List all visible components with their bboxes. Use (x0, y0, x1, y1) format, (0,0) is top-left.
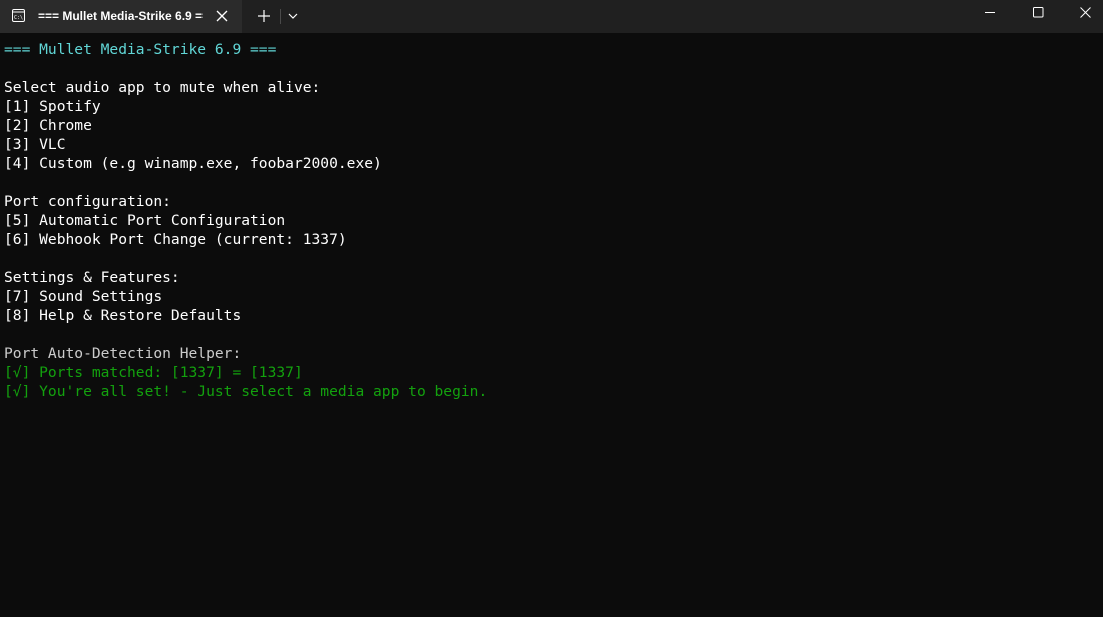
close-window-button[interactable] (1062, 0, 1103, 26)
terminal-line: [√] You're all set! - Just select a medi… (4, 383, 488, 400)
minimize-icon (985, 12, 995, 13)
terminal-line: Settings & Features: (4, 269, 180, 286)
terminal-line: Select audio app to mute when alive: (4, 79, 321, 96)
terminal-line: [5] Automatic Port Configuration (4, 212, 286, 229)
terminal-line: [8] Help & Restore Defaults (4, 307, 242, 324)
titlebar-separator (280, 9, 281, 24)
chevron-down-icon[interactable] (286, 10, 300, 22)
close-tab-icon[interactable] (215, 9, 229, 23)
terminal-line: Port Auto-Detection Helper: (4, 345, 242, 362)
terminal-line: Port configuration: (4, 193, 171, 210)
maximize-button[interactable] (1015, 0, 1061, 26)
minimize-button[interactable] (967, 0, 1013, 26)
svg-text:C:\: C:\ (14, 15, 23, 21)
close-icon (1080, 7, 1091, 18)
terminal-line: [7] Sound Settings (4, 288, 163, 305)
new-tab-icon[interactable] (256, 8, 272, 24)
terminal-line: [√] Ports matched: [1337] = [1337] (4, 364, 303, 381)
terminal-output[interactable]: === Mullet Media-Strike 6.9 === Select au… (0, 33, 1103, 617)
terminal-window: C:\ === Mullet Media-Strike 6.9 === === … (0, 0, 1103, 617)
title-bar[interactable]: C:\ === Mullet Media-Strike 6.9 === (0, 0, 1103, 33)
terminal-icon: C:\ (12, 9, 25, 22)
terminal-line: [4] Custom (e.g winamp.exe, foobar2000.e… (4, 155, 382, 172)
tab-title: === Mullet Media-Strike 6.9 === (38, 9, 203, 23)
tab-terminal[interactable]: C:\ === Mullet Media-Strike 6.9 === (0, 0, 242, 33)
maximize-icon (1033, 7, 1044, 18)
terminal-line: [6] Webhook Port Change (current: 1337) (4, 231, 347, 248)
terminal-line: === Mullet Media-Strike 6.9 === (4, 41, 277, 58)
terminal-line: [2] Chrome (4, 117, 92, 134)
terminal-line: [1] Spotify (4, 98, 101, 115)
terminal-line: [3] VLC (4, 136, 66, 153)
